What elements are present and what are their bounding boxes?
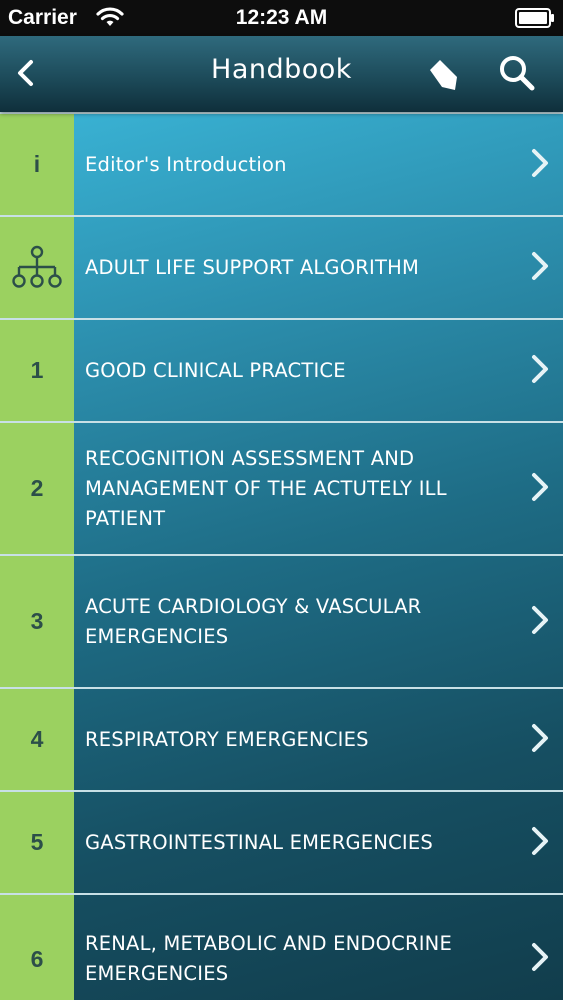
section-label: RENAL, METABOLIC AND ENDOCRINE EMERGENCI… [85,932,452,985]
chevron-right-icon [529,826,551,860]
section-marker: 5 [0,792,74,893]
section-row-adult-life-support[interactable]: ADULT LIFE SUPPORT ALGORITHM [0,215,563,318]
section-label: RESPIRATORY EMERGENCIES [85,727,369,751]
section-list: i Editor's Introduction ADULT LIFE SUPPO… [0,112,563,1000]
section-label: RECOGNITION ASSESSMENT AND MANAGEMENT OF… [85,446,447,530]
section-row-6[interactable]: 6 RENAL, METABOLIC AND ENDOCRINE EMERGEN… [0,893,563,1000]
search-icon[interactable] [498,54,536,96]
section-marker: 3 [0,556,74,687]
chevron-right-icon [529,354,551,388]
section-row-3[interactable]: 3 ACUTE CARDIOLOGY & VASCULAR EMERGENCIE… [0,554,563,687]
navigation-bar: Handbook [0,36,563,112]
section-label: Editor's Introduction [85,152,287,176]
page-title: Handbook [211,54,352,85]
section-row-4[interactable]: 4 RESPIRATORY EMERGENCIES [0,687,563,790]
bookmark-icon[interactable] [424,56,462,98]
section-marker: 4 [0,689,74,790]
section-label: ACUTE CARDIOLOGY & VASCULAR EMERGENCIES [85,594,422,648]
section-marker: 2 [0,423,74,554]
section-row-2[interactable]: 2 RECOGNITION ASSESSMENT AND MANAGEMENT … [0,421,563,554]
section-label: GOOD CLINICAL PRACTICE [85,358,346,382]
section-label: GASTROINTESTINAL EMERGENCIES [85,830,433,854]
clock-time: 12:23 AM [235,6,328,29]
section-row-editors-introduction[interactable]: i Editor's Introduction [0,112,563,215]
section-row-5[interactable]: 5 GASTROINTESTINAL EMERGENCIES [0,790,563,893]
chevron-right-icon [529,251,551,285]
chevron-right-icon [529,942,551,976]
chevron-right-icon [529,148,551,182]
section-row-1[interactable]: 1 GOOD CLINICAL PRACTICE [0,318,563,421]
section-label: ADULT LIFE SUPPORT ALGORITHM [85,255,419,279]
chevron-right-icon [529,472,551,506]
status-bar: Carrier 12:23 AM [0,0,563,36]
chevron-right-icon [529,605,551,639]
section-marker: 6 [0,895,74,1000]
algorithm-tree-icon [0,217,74,318]
chevron-right-icon [529,723,551,757]
section-marker: 1 [0,320,74,421]
battery-icon [515,8,555,33]
section-marker: i [0,114,74,215]
